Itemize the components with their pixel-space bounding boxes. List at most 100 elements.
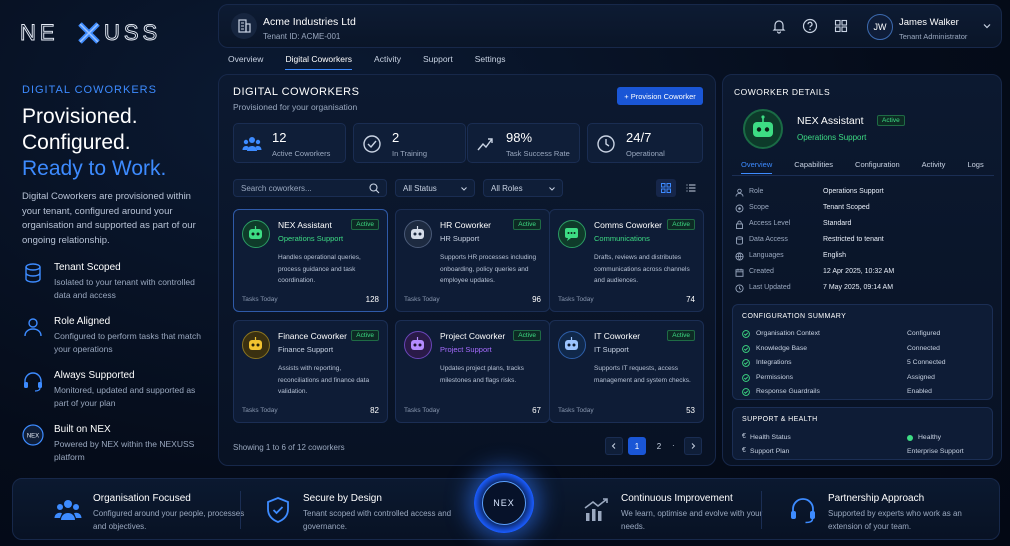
chevron-down-icon[interactable] [981, 20, 997, 36]
details-name: NEX Assistant [797, 115, 864, 127]
stat-label: Active Coworkers [272, 149, 331, 158]
bell-icon[interactable] [771, 18, 787, 34]
check-icon [742, 359, 750, 367]
check-icon [742, 388, 750, 396]
status-badge: Active [351, 330, 379, 341]
coworker-card-finance[interactable]: Finance Coworker Finance Support Active … [233, 320, 388, 423]
config-value: Configured [907, 330, 941, 337]
health-dot [907, 435, 913, 441]
detail-row-last-updated: Last Updated 7 May 2025, 09:14 AM [735, 283, 995, 297]
user-avatar[interactable]: JW [867, 14, 893, 40]
tasks-label: Tasks Today [242, 407, 278, 414]
coworker-description: Handles operational queries, process gui… [278, 254, 361, 284]
feature-always-supported: Always Supported Monitored, updated and … [22, 370, 212, 410]
coworker-card-it[interactable]: IT Coworker IT Support Active Supports I… [549, 320, 704, 423]
support-health: SUPPORT & HEALTH € Health Status Healthy… [732, 407, 993, 460]
status-badge: Active [513, 219, 541, 230]
config-label: Integrations [756, 359, 792, 366]
detail-value: Restricted to tenant [823, 236, 884, 243]
nex-orb-label: NEX [482, 481, 526, 525]
user-name[interactable]: James Walker [899, 17, 959, 28]
tab-activity[interactable]: Activity [374, 54, 401, 70]
roles-filter-select[interactable]: All Roles [483, 179, 563, 197]
detail-value: 12 Apr 2025, 10:32 AM [823, 268, 895, 275]
coworker-description: Updates project plans, tracks milestones… [440, 365, 524, 384]
configuration-summary: CONFIGURATION SUMMARY Organisation Conte… [732, 304, 993, 400]
headset-icon [788, 495, 818, 525]
help-icon[interactable] [802, 18, 818, 34]
hero-kicker: DIGITAL COWORKERS [22, 84, 157, 96]
tasks-count: 82 [370, 406, 379, 415]
config-row: Organisation Context Configured [742, 329, 985, 341]
svg-text:NE: NE [20, 20, 59, 45]
tasks-label: Tasks Today [242, 296, 278, 303]
tasks-label: Tasks Today [558, 296, 594, 303]
value-prop-desc: Supported by experts who work as an exte… [828, 509, 962, 531]
clock-icon [596, 134, 616, 154]
config-label: Knowledge Base [756, 344, 808, 352]
config-value: 5 Connected [907, 359, 946, 366]
tasks-label: Tasks Today [404, 407, 440, 414]
prev-page-button[interactable] [605, 437, 623, 455]
feature-title: Tenant Scoped [54, 262, 121, 273]
growth-icon [581, 495, 611, 525]
divider [761, 491, 762, 529]
detail-value: English [823, 252, 846, 259]
robot-icon [743, 109, 783, 149]
detail-key: Scope [749, 204, 769, 211]
globe-icon [735, 252, 744, 261]
tab-support[interactable]: Support [423, 54, 453, 70]
status-badge: Active [667, 330, 695, 341]
coworkers-panel: DIGITAL COWORKERS Provisioned for your o… [218, 74, 716, 466]
coworker-card-hr[interactable]: HR Coworker HR Support Active Supports H… [395, 209, 550, 312]
people-group-icon [53, 495, 83, 525]
robot-icon [558, 331, 586, 359]
stat-value: 2 [392, 130, 400, 145]
search-input[interactable]: Search coworkers... [233, 179, 387, 197]
coworker-description: Assists with reporting, reconciliations … [278, 365, 370, 395]
stat-value: 24/7 [626, 130, 652, 145]
database-icon [22, 262, 44, 284]
support-value: Enterprise Support [907, 448, 964, 455]
heart-icon: € [742, 433, 746, 440]
details-tab-activity[interactable]: Activity [922, 160, 946, 174]
tasks-count: 53 [686, 406, 695, 415]
page-2-button[interactable]: 2 [650, 437, 668, 455]
tab-overview[interactable]: Overview [228, 54, 263, 70]
detail-row-access-level: Access Level Standard [735, 219, 995, 233]
provision-coworker-button[interactable]: + Provision Coworker [617, 87, 703, 105]
feature-title: Built on NEX [54, 424, 111, 435]
grid-view-icon [661, 183, 671, 193]
coworker-name: NEX Assistant [278, 220, 332, 230]
apps-grid-icon[interactable] [833, 18, 849, 34]
config-value: Assigned [907, 373, 935, 381]
details-tab-configuration[interactable]: Configuration [855, 160, 900, 174]
coworker-role: Communications [594, 234, 650, 243]
grid-view-button[interactable] [656, 179, 676, 197]
divider [240, 491, 241, 529]
details-tabs: Overview Capabilities Configuration Acti… [741, 160, 1006, 174]
value-prop-title: Secure by Design [303, 493, 382, 504]
details-tab-logs[interactable]: Logs [967, 160, 983, 174]
coworker-card-comms[interactable]: Comms Coworker Communications Active Dra… [549, 209, 704, 312]
detail-row-scope: Scope Tenant Scoped [735, 203, 995, 217]
tab-settings[interactable]: Settings [475, 54, 506, 70]
next-page-button[interactable] [684, 437, 702, 455]
list-view-button[interactable] [681, 179, 701, 197]
coworker-card-project[interactable]: Project Coworker Project Support Active … [395, 320, 550, 423]
coworker-role: Finance Support [278, 345, 334, 354]
details-tab-capabilities[interactable]: Capabilities [794, 160, 833, 174]
value-prop-title: Organisation Focused [93, 493, 191, 504]
page-1-button[interactable]: 1 [628, 437, 646, 455]
config-label: Response Guardrails [756, 388, 820, 395]
details-tab-overview[interactable]: Overview [741, 160, 773, 174]
feature-desc: Isolated to your tenant with controlled … [54, 277, 195, 300]
tab-digital-coworkers[interactable]: Digital Coworkers [285, 54, 353, 70]
support-value: Healthy [918, 434, 942, 441]
coworker-name: Comms Coworker [594, 220, 663, 230]
detail-row-created: Created 12 Apr 2025, 10:32 AM [735, 267, 995, 281]
status-filter-select[interactable]: All Status [395, 179, 475, 197]
detail-value: Operations Support [823, 188, 884, 195]
nexuss-logo: NE USS [20, 18, 195, 48]
coworker-card-nex-assistant[interactable]: NEX Assistant Operations Support Active … [233, 209, 388, 312]
